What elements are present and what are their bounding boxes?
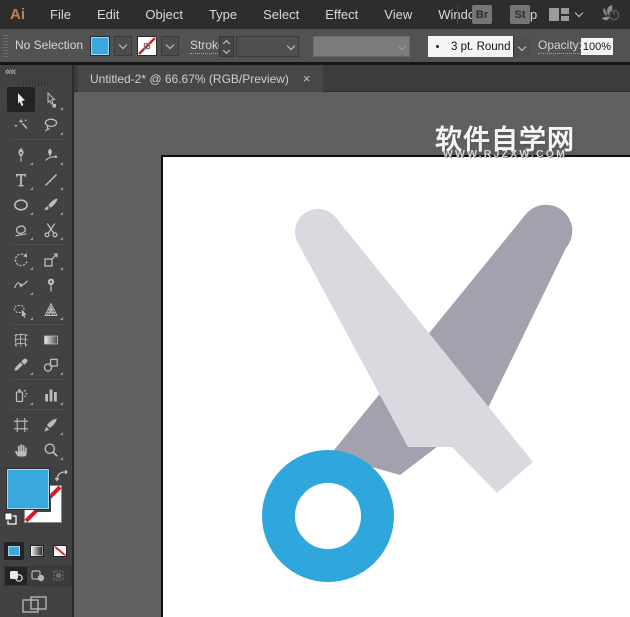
stroke-weight-stepper[interactable] <box>219 36 234 57</box>
tab-bar: Untitled-2* @ 66.67% (RGB/Preview) × <box>74 65 630 92</box>
stroke-color-swatch[interactable] <box>137 36 157 56</box>
column-graph-tool[interactable] <box>37 382 65 407</box>
menu-item-edit[interactable]: Edit <box>84 7 132 22</box>
eyedropper-tool[interactable] <box>7 352 35 377</box>
mesh-tool[interactable] <box>7 327 35 352</box>
curvature-tool[interactable] <box>37 142 65 167</box>
paint-style-buttons <box>0 542 72 560</box>
toolbar: «« <box>0 65 74 617</box>
selection-tool[interactable] <box>7 87 35 112</box>
brush-preview-dot <box>436 45 439 48</box>
app-logo: Ai <box>10 6 25 23</box>
shaper-tool[interactable] <box>7 217 35 242</box>
arrange-documents-icon[interactable] <box>548 7 570 22</box>
direct-selection-tool[interactable] <box>37 87 65 112</box>
width-tool[interactable] <box>7 272 35 297</box>
blend-tool[interactable] <box>37 352 65 377</box>
brush-definition-dropdown[interactable]: 3 pt. Round <box>428 36 530 57</box>
toolbar-separator <box>11 244 64 245</box>
artboard-tool[interactable] <box>7 412 35 437</box>
zoom-tool[interactable] <box>37 437 65 462</box>
screen-mode-icon[interactable] <box>22 596 72 617</box>
ellipse-tool[interactable] <box>7 192 35 217</box>
draw-behind-button[interactable] <box>27 567 49 585</box>
tab-close-icon[interactable]: × <box>303 72 311 85</box>
chevron-down-icon[interactable] <box>575 9 583 17</box>
artboard[interactable] <box>161 155 630 617</box>
toolbar-grip[interactable] <box>0 78 72 87</box>
canvas[interactable]: 软件自学网 WWW.RJZXW.COM <box>74 92 630 617</box>
type-tool[interactable] <box>7 167 35 192</box>
menu-item-file[interactable]: File <box>37 7 84 22</box>
quick-buttons: Br St <box>472 5 548 24</box>
menubar-right: Br St <box>457 0 622 29</box>
toolbar-separator <box>11 409 64 410</box>
scissors-artwork[interactable] <box>161 155 630 617</box>
menu-item-type[interactable]: Type <box>196 7 250 22</box>
perspective-grid-tool[interactable] <box>37 297 65 322</box>
draw-inside-button[interactable] <box>49 567 71 585</box>
opacity-label[interactable]: Opacity: <box>538 38 582 54</box>
watermark-url: WWW.RJZXW.COM <box>426 148 584 160</box>
st-panel-button[interactable]: St <box>510 5 530 24</box>
drawing-mode-buttons <box>4 566 72 586</box>
panel-grip[interactable] <box>3 35 8 57</box>
menu-item-view[interactable]: View <box>371 7 425 22</box>
control-bar: No Selection Stroke: 3 pt. Round Opacity… <box>0 29 630 65</box>
pen-tool[interactable] <box>7 142 35 167</box>
selection-status: No Selection <box>15 38 83 52</box>
menu-item-effect[interactable]: Effect <box>312 7 371 22</box>
lasso-tool[interactable] <box>37 112 65 137</box>
document-tab[interactable]: Untitled-2* @ 66.67% (RGB/Preview) × <box>78 65 323 92</box>
stroke-dropdown-button[interactable] <box>161 36 179 56</box>
swap-fill-stroke-icon[interactable] <box>55 469 69 487</box>
scissors-handle-ring[interactable] <box>279 467 378 566</box>
symbol-sprayer-tool[interactable] <box>7 382 35 407</box>
rotate-tool[interactable] <box>7 247 35 272</box>
gradient-button[interactable] <box>27 542 47 560</box>
menubar-separator <box>457 5 458 25</box>
fill-stroke-controls <box>0 468 72 540</box>
menu-item-object[interactable]: Object <box>132 7 196 22</box>
variable-width-profile-dropdown[interactable] <box>313 36 410 57</box>
tool-grid <box>0 87 72 462</box>
brush-definition-value: 3 pt. Round <box>451 41 510 53</box>
paintbrush-tool[interactable] <box>37 192 65 217</box>
fill-color-swatch[interactable] <box>90 36 110 56</box>
toolbar-separator <box>11 379 64 380</box>
stroke-weight-dropdown[interactable] <box>236 36 299 57</box>
puppet-warp-tool[interactable] <box>37 272 65 297</box>
hand-tool[interactable] <box>7 437 35 462</box>
fill-dropdown-button[interactable] <box>114 36 132 56</box>
brush-dropdown-chevron[interactable] <box>513 36 530 57</box>
fill-indicator[interactable] <box>6 468 50 510</box>
document-tab-title: Untitled-2* @ 66.67% (RGB/Preview) <box>90 72 289 86</box>
scale-tool[interactable] <box>37 247 65 272</box>
illustrator-window: Ai FileEditObjectTypeSelectEffectViewWin… <box>0 0 630 617</box>
opacity-input[interactable]: 100% <box>581 38 613 55</box>
default-fill-stroke-icon[interactable] <box>4 512 18 531</box>
toolbar-collapse-button[interactable]: «« <box>0 65 72 78</box>
line-segment-tool[interactable] <box>37 167 65 192</box>
br-panel-button[interactable]: Br <box>472 5 492 24</box>
none-button[interactable] <box>50 542 70 560</box>
toolbar-separator <box>11 139 64 140</box>
scissors-tool[interactable] <box>37 217 65 242</box>
gradient-tool[interactable] <box>37 327 65 352</box>
color-button[interactable] <box>4 542 24 560</box>
menubar: Ai FileEditObjectTypeSelectEffectViewWin… <box>0 0 630 29</box>
menu-item-select[interactable]: Select <box>250 7 312 22</box>
slice-tool[interactable] <box>37 412 65 437</box>
gpu-performance-icon[interactable] <box>598 4 622 25</box>
magic-wand-tool[interactable] <box>7 112 35 137</box>
toolbar-separator <box>11 324 64 325</box>
draw-normal-button[interactable] <box>5 567 27 585</box>
shape-builder-tool[interactable] <box>7 297 35 322</box>
